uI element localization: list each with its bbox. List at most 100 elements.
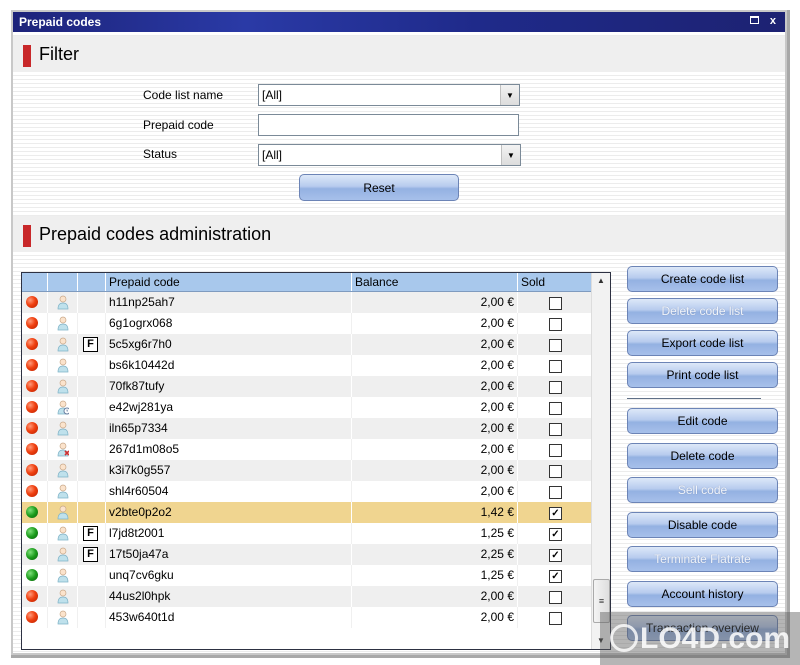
- table-row[interactable]: iln65p7334 2,00 €: [22, 418, 592, 439]
- user-cell: [48, 418, 78, 439]
- user-icon: [57, 316, 69, 331]
- maximize-icon[interactable]: [750, 15, 759, 27]
- user-icon: [57, 337, 69, 352]
- delete-code-button[interactable]: Delete code: [627, 442, 778, 469]
- flag-cell: [78, 418, 106, 439]
- prepaid-code-input[interactable]: [258, 114, 519, 136]
- table-row[interactable]: Fl7jd8t2001 1,25 € ✓: [22, 523, 592, 544]
- balance-cell: 2,00 €: [352, 355, 518, 376]
- table-row[interactable]: k3i7k0g557 2,00 €: [22, 460, 592, 481]
- column-header-prepaid-code[interactable]: Prepaid code: [106, 273, 352, 291]
- sold-checkbox[interactable]: ✓: [549, 507, 562, 520]
- user-cell: [48, 586, 78, 607]
- sold-checkbox[interactable]: [549, 339, 562, 352]
- chevron-down-icon[interactable]: ▼: [500, 85, 519, 105]
- delete-code-list-button[interactable]: Delete code list: [627, 298, 778, 324]
- code-list-name-value: [All]: [262, 88, 283, 102]
- status-inactive-icon: [26, 359, 38, 371]
- create-code-list-button[interactable]: Create code list: [627, 266, 778, 292]
- column-header-flag[interactable]: [78, 273, 106, 291]
- section-marker: [23, 45, 31, 67]
- flag-cell: [78, 313, 106, 334]
- sell-code-button[interactable]: Sell code: [627, 477, 778, 503]
- sold-checkbox[interactable]: [549, 591, 562, 604]
- table-row[interactable]: 6g1ogrx068 2,00 €: [22, 313, 592, 334]
- flag-cell: F: [78, 334, 106, 355]
- flag-cell: [78, 607, 106, 628]
- status-inactive-icon: [26, 422, 38, 434]
- table-row[interactable]: shl4r60504 2,00 €: [22, 481, 592, 502]
- flag-cell: [78, 586, 106, 607]
- admin-heading: Prepaid codes administration: [39, 224, 272, 244]
- user-cell: [48, 313, 78, 334]
- table-row[interactable]: F 5c5xg6r7h0 2,00 €: [22, 334, 592, 355]
- sold-checkbox[interactable]: [549, 297, 562, 310]
- balance-cell: 2,00 €: [352, 586, 518, 607]
- account-history-button[interactable]: Account history: [627, 580, 778, 607]
- print-code-list-button[interactable]: Print code list: [627, 362, 778, 388]
- table-row[interactable]: h11np25ah7 2,00 €: [22, 292, 592, 313]
- prepaid-codes-table[interactable]: Prepaid code Balance Sold h11np25ah7 2,00…: [21, 272, 611, 650]
- prepaid-code-cell: unq7cv6gku: [106, 565, 352, 586]
- prepaid-code-cell: e42wj281ya: [106, 397, 352, 418]
- disable-code-button[interactable]: Disable code: [627, 511, 778, 538]
- sold-checkbox[interactable]: [549, 444, 562, 457]
- sold-checkbox[interactable]: [549, 465, 562, 478]
- vertical-scrollbar[interactable]: ▲ ≡ ▼: [591, 273, 610, 649]
- status-cell: [22, 607, 48, 628]
- table-row[interactable]: 267d1m08o5 2,00 €: [22, 439, 592, 460]
- sold-checkbox[interactable]: [549, 612, 562, 625]
- column-header-balance[interactable]: Balance: [352, 273, 518, 291]
- status-value: [All]: [262, 148, 283, 162]
- table-row[interactable]: 453w640t1d 2,00 €: [22, 607, 592, 628]
- sold-checkbox[interactable]: [549, 360, 562, 373]
- user-icon: [57, 547, 69, 562]
- terminate-flatrate-button[interactable]: Terminate Flatrate: [627, 546, 778, 572]
- sold-checkbox[interactable]: [549, 423, 562, 436]
- user-icon: [57, 589, 69, 604]
- chevron-down-icon[interactable]: ▼: [501, 145, 520, 165]
- prepaid-code-cell: 267d1m08o5: [106, 439, 352, 460]
- sold-checkbox[interactable]: [549, 318, 562, 331]
- sold-checkbox[interactable]: ✓: [549, 549, 562, 562]
- status-cell: [22, 481, 48, 502]
- table-row[interactable]: 44us2l0hpk 2,00 €: [22, 586, 592, 607]
- prepaid-code-cell: 5c5xg6r7h0: [106, 334, 352, 355]
- reset-button[interactable]: Reset: [299, 174, 459, 201]
- flag-cell: [78, 397, 106, 418]
- window-title: Prepaid codes: [19, 15, 102, 29]
- status-cell: [22, 376, 48, 397]
- sold-checkbox[interactable]: [549, 402, 562, 415]
- status-select[interactable]: [All] ▼: [258, 144, 521, 166]
- prepaid-code-cell: 453w640t1d: [106, 607, 352, 628]
- table-row[interactable]: bs6k10442d 2,00 €: [22, 355, 592, 376]
- scroll-up-icon[interactable]: ▲: [592, 273, 610, 289]
- table-row[interactable]: F 17t50ja47a 2,25 € ✓: [22, 544, 592, 565]
- code-list-name-select[interactable]: [All] ▼: [258, 84, 520, 106]
- export-code-list-button[interactable]: Export code list: [627, 330, 778, 356]
- table-row[interactable]: v2bte0p2o2 1,42 € ✓: [22, 502, 592, 523]
- close-icon[interactable]: x: [770, 15, 776, 27]
- sold-checkbox[interactable]: ✓: [549, 570, 562, 583]
- sold-checkbox[interactable]: ✓: [549, 528, 562, 541]
- section-marker: [23, 225, 31, 247]
- user-icon: [57, 358, 69, 373]
- sold-cell: [518, 460, 592, 481]
- user-cell: [48, 502, 78, 523]
- user-cell: [48, 439, 78, 460]
- table-row[interactable]: e42wj281ya 2,00 €: [22, 397, 592, 418]
- column-header-sold[interactable]: Sold: [518, 273, 592, 291]
- table-row[interactable]: unq7cv6gku 1,25 € ✓: [22, 565, 592, 586]
- sold-checkbox[interactable]: [549, 381, 562, 394]
- edit-code-button[interactable]: Edit code: [627, 408, 778, 434]
- status-inactive-icon: [26, 464, 38, 476]
- column-header-status[interactable]: [22, 273, 48, 291]
- user-icon: [57, 505, 69, 520]
- table-row[interactable]: 70fk87tufy 2,00 €: [22, 376, 592, 397]
- sold-cell: [518, 481, 592, 502]
- column-header-user[interactable]: [48, 273, 78, 291]
- sold-checkbox[interactable]: [549, 486, 562, 499]
- status-cell: [22, 355, 48, 376]
- user-cell: [48, 376, 78, 397]
- user-cell: [48, 292, 78, 313]
